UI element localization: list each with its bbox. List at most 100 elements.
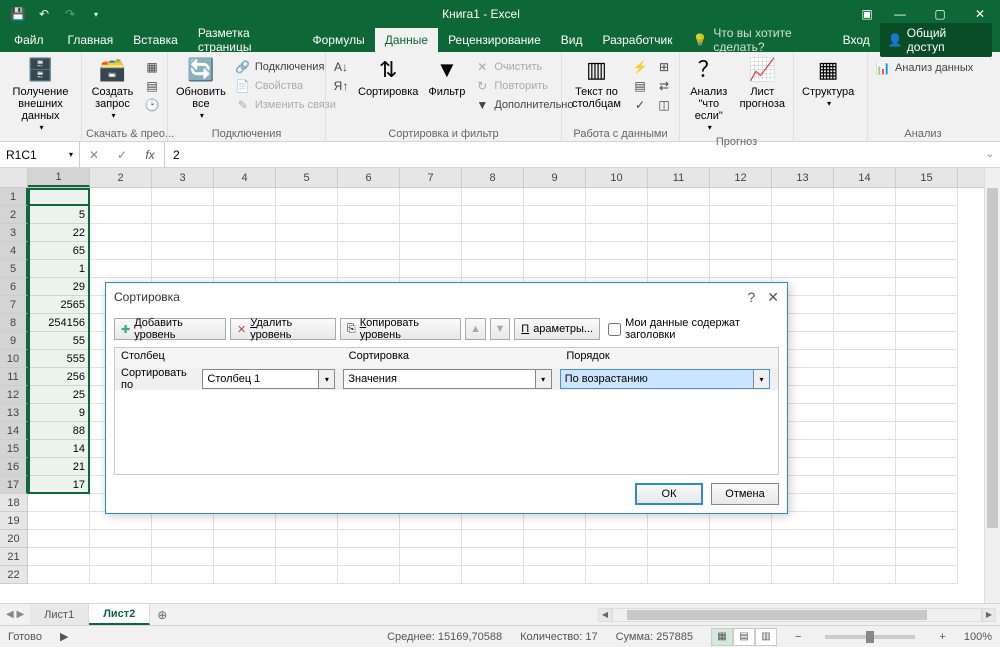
tab-формулы[interactable]: Формулы — [303, 28, 375, 52]
row-header[interactable]: 7 — [0, 296, 28, 314]
move-down-button[interactable]: ▼ — [490, 318, 510, 340]
row-header[interactable]: 19 — [0, 512, 28, 530]
cell[interactable] — [834, 224, 896, 242]
cell[interactable] — [586, 206, 648, 224]
cell[interactable] — [586, 242, 648, 260]
cell[interactable] — [214, 242, 276, 260]
cell[interactable] — [152, 512, 214, 530]
reapply-button[interactable]: ↻Повторить — [471, 77, 576, 95]
cell[interactable] — [896, 512, 958, 530]
column-header[interactable]: 5 — [276, 168, 338, 187]
column-header[interactable]: 7 — [400, 168, 462, 187]
cell[interactable] — [772, 548, 834, 566]
cell[interactable] — [710, 512, 772, 530]
save-icon[interactable]: 💾 — [6, 2, 30, 26]
select-all-corner[interactable] — [0, 168, 28, 187]
cell[interactable] — [834, 386, 896, 404]
cell[interactable] — [772, 512, 834, 530]
cell[interactable]: 14 — [28, 440, 90, 458]
cell[interactable] — [400, 260, 462, 278]
cell[interactable] — [834, 206, 896, 224]
cell[interactable] — [462, 512, 524, 530]
outline-button[interactable]: ▦ Структура▾ — [798, 54, 858, 111]
scrollbar-thumb[interactable] — [627, 610, 927, 620]
row-header[interactable]: 21 — [0, 548, 28, 566]
name-box[interactable]: R1C1 ▾ — [0, 142, 80, 167]
cell[interactable] — [648, 242, 710, 260]
cell[interactable] — [896, 188, 958, 206]
cell[interactable] — [400, 206, 462, 224]
cell[interactable] — [772, 566, 834, 584]
cell[interactable]: 25 — [28, 386, 90, 404]
cell[interactable] — [896, 278, 958, 296]
row-header[interactable]: 17 — [0, 476, 28, 494]
new-query-button[interactable]: 🗃️ Создать запрос▾ — [86, 54, 139, 123]
cell[interactable]: 2 — [28, 188, 90, 206]
cell[interactable] — [896, 314, 958, 332]
cell[interactable] — [896, 368, 958, 386]
cell[interactable] — [834, 548, 896, 566]
cell[interactable] — [834, 368, 896, 386]
tab-вид[interactable]: Вид — [551, 28, 593, 52]
cell[interactable] — [896, 386, 958, 404]
cell[interactable] — [276, 206, 338, 224]
cell[interactable] — [28, 530, 90, 548]
ribbon-display-icon[interactable]: ▣ — [854, 7, 880, 21]
cell[interactable] — [524, 206, 586, 224]
tab-file[interactable]: Файл — [0, 28, 58, 52]
row-header[interactable]: 2 — [0, 206, 28, 224]
cell[interactable] — [648, 188, 710, 206]
row-header[interactable]: 16 — [0, 458, 28, 476]
cell[interactable] — [152, 224, 214, 242]
cell[interactable] — [214, 260, 276, 278]
recent-sources-button[interactable]: 🕑 — [141, 96, 163, 114]
cell[interactable] — [834, 422, 896, 440]
cell[interactable]: 256 — [28, 368, 90, 386]
row-header[interactable]: 14 — [0, 422, 28, 440]
sheet-tab[interactable]: Лист1 — [30, 604, 89, 625]
cell[interactable] — [90, 530, 152, 548]
cell[interactable] — [772, 206, 834, 224]
cell[interactable] — [710, 206, 772, 224]
cell[interactable] — [152, 548, 214, 566]
cell[interactable]: 555 — [28, 350, 90, 368]
column-header[interactable]: 10 — [586, 168, 648, 187]
cell[interactable] — [896, 260, 958, 278]
column-select[interactable]: Столбец 1 ▾ — [202, 369, 335, 389]
cell[interactable] — [524, 548, 586, 566]
cell[interactable] — [834, 458, 896, 476]
sort-asc-button[interactable]: A↓ — [330, 58, 352, 76]
cell[interactable] — [28, 566, 90, 584]
cell[interactable] — [276, 512, 338, 530]
clear-filter-button[interactable]: ✕Очистить — [471, 58, 576, 76]
cell[interactable] — [586, 548, 648, 566]
cell[interactable] — [152, 530, 214, 548]
tell-me[interactable]: 💡 Что вы хотите сделать? — [692, 28, 842, 52]
cell[interactable] — [462, 548, 524, 566]
cell[interactable] — [896, 530, 958, 548]
cell[interactable]: 17 — [28, 476, 90, 494]
cell[interactable] — [524, 260, 586, 278]
cell[interactable] — [834, 476, 896, 494]
cell[interactable] — [834, 404, 896, 422]
row-header[interactable]: 6 — [0, 278, 28, 296]
text-to-columns-button[interactable]: ▥ Текст по столбцам — [566, 54, 627, 112]
cell[interactable] — [896, 224, 958, 242]
cell[interactable] — [338, 512, 400, 530]
cell[interactable] — [276, 566, 338, 584]
row-header[interactable]: 5 — [0, 260, 28, 278]
page-layout-button[interactable]: ▤ — [733, 628, 755, 646]
cell[interactable]: 65 — [28, 242, 90, 260]
cell[interactable] — [586, 260, 648, 278]
cell[interactable] — [586, 188, 648, 206]
cell[interactable] — [400, 530, 462, 548]
column-header[interactable]: 2 — [90, 168, 152, 187]
cell[interactable]: 22 — [28, 224, 90, 242]
row-header[interactable]: 1 — [0, 188, 28, 206]
column-header[interactable]: 15 — [896, 168, 958, 187]
row-header[interactable]: 12 — [0, 386, 28, 404]
zoom-in-button[interactable]: + — [939, 631, 945, 643]
add-sheet-button[interactable]: ⊕ — [150, 604, 174, 625]
row-header[interactable]: 20 — [0, 530, 28, 548]
cell[interactable] — [214, 548, 276, 566]
